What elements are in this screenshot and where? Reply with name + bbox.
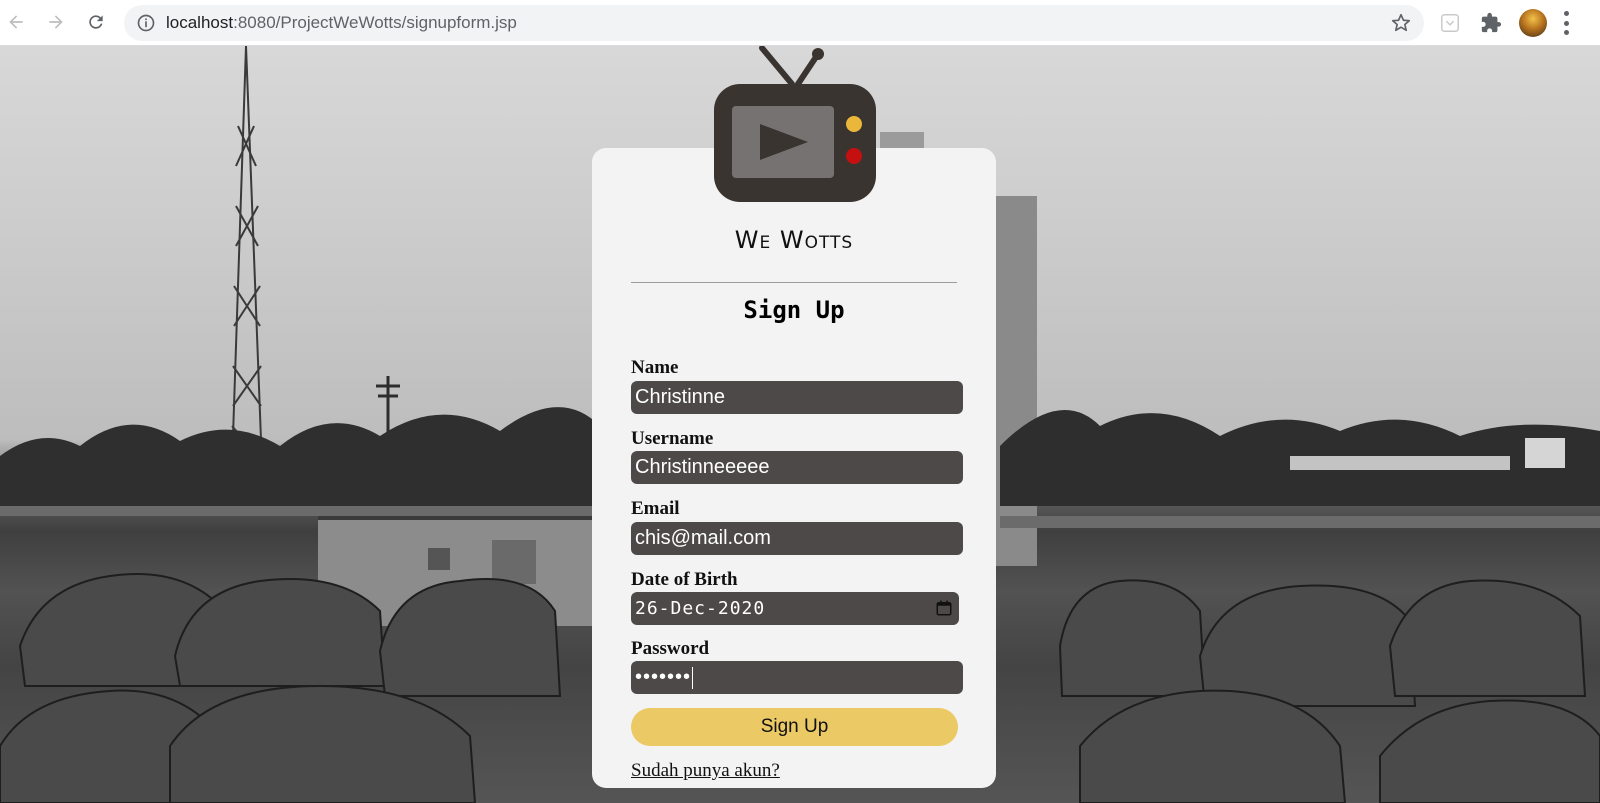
address-bar[interactable]: localhost:8080/ProjectWeWotts/signupform… xyxy=(124,5,1424,41)
password-mask: ••••••• xyxy=(635,666,692,688)
forward-arrow-icon xyxy=(49,15,63,29)
pocket-extension[interactable] xyxy=(1438,11,1462,35)
password-input[interactable]: ••••••• xyxy=(631,661,963,694)
email-label: Email xyxy=(631,498,680,519)
url-host: localhost xyxy=(166,13,234,32)
brand-name: We Wotts xyxy=(734,226,854,254)
dob-input[interactable]: 26-Dec-2020 xyxy=(631,592,959,625)
login-link[interactable]: Sudah punya akun? xyxy=(631,760,780,782)
url-text: localhost:8080/ProjectWeWotts/signupform… xyxy=(166,13,517,33)
info-icon[interactable] xyxy=(136,13,156,33)
star-icon[interactable] xyxy=(1390,12,1412,34)
back-button[interactable] xyxy=(2,8,30,36)
reload-icon xyxy=(89,15,103,29)
form-title: Sign Up xyxy=(743,296,845,324)
password-label: Password xyxy=(631,638,710,659)
forward-button[interactable] xyxy=(42,8,70,36)
username-input[interactable]: Christinneeeee xyxy=(631,451,963,484)
email-input[interactable]: chis@mail.com xyxy=(631,522,963,555)
text-caret xyxy=(692,666,694,689)
name-label: Name xyxy=(631,357,679,378)
dob-label: Date of Birth xyxy=(631,569,738,590)
divider xyxy=(631,282,957,283)
reload-button[interactable] xyxy=(82,8,110,36)
extensions-button[interactable] xyxy=(1479,11,1503,35)
url-path: :8080/ProjectWeWotts/signupform.jsp xyxy=(233,13,517,32)
signup-button[interactable]: Sign Up xyxy=(631,708,958,746)
menu-dots-icon[interactable] xyxy=(1562,11,1570,35)
browser-toolbar: localhost:8080/ProjectWeWotts/signupform… xyxy=(0,0,1600,46)
back-arrow-icon xyxy=(9,15,23,29)
calendar-icon[interactable] xyxy=(935,599,953,617)
name-input[interactable]: Christinne xyxy=(631,381,963,414)
username-label: Username xyxy=(631,428,714,449)
dob-value: 26-Dec-2020 xyxy=(635,598,766,619)
extensions-puzzle-icon xyxy=(1481,12,1502,33)
pocket-icon xyxy=(1441,14,1459,32)
profile-avatar[interactable] xyxy=(1519,9,1547,37)
tv-logo-icon xyxy=(714,46,876,202)
